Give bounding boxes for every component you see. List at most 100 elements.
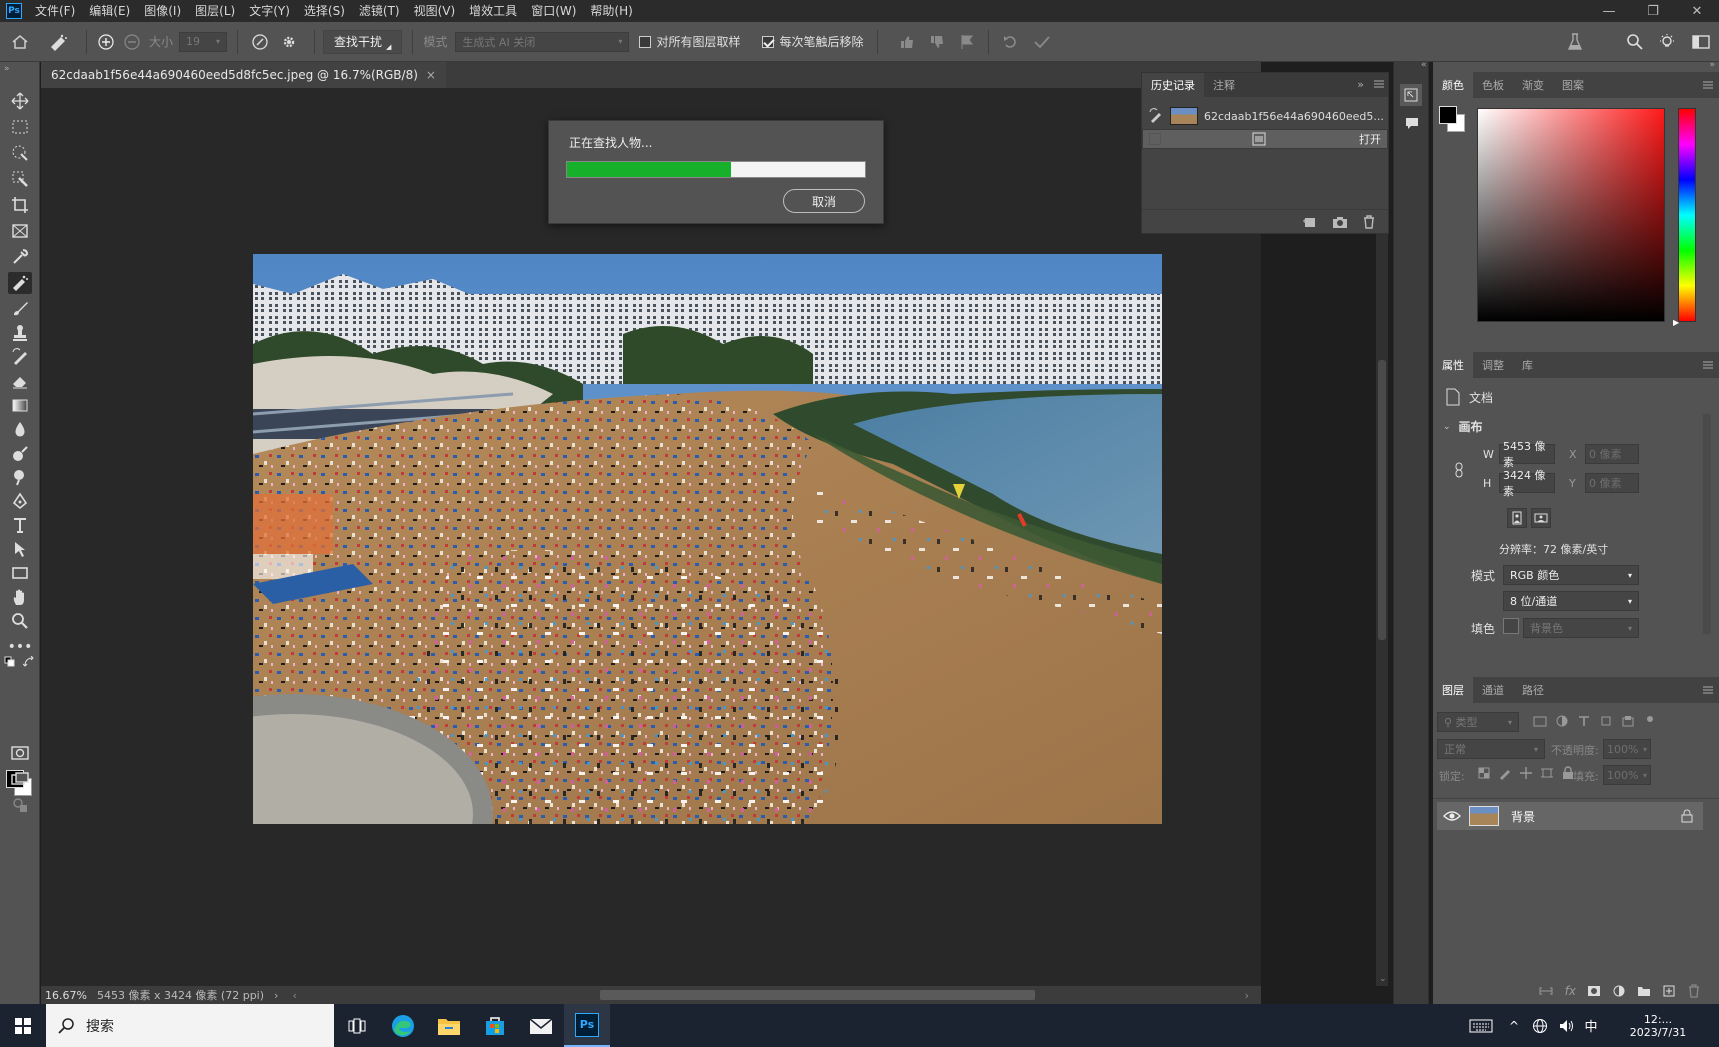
filter-type-icon[interactable] bbox=[1577, 714, 1591, 728]
adjustment-layer-icon[interactable] bbox=[1612, 984, 1626, 998]
link-layers-icon[interactable] bbox=[1538, 985, 1554, 997]
visibility-eye-icon[interactable] bbox=[1443, 809, 1461, 823]
tab-channels[interactable]: 通道 bbox=[1473, 677, 1513, 703]
color-saturation-field[interactable] bbox=[1477, 108, 1665, 322]
new-layer-icon[interactable] bbox=[1662, 984, 1676, 998]
edit-toolbar-icon[interactable] bbox=[8, 794, 32, 816]
tab-swatches[interactable]: 色板 bbox=[1473, 72, 1513, 98]
type-tool-icon[interactable] bbox=[8, 514, 32, 536]
remove-tool-preset-icon[interactable] bbox=[40, 29, 76, 55]
tab-history[interactable]: 历史记录 bbox=[1142, 73, 1204, 97]
tab-libraries[interactable]: 库 bbox=[1513, 352, 1542, 378]
document-image[interactable] bbox=[253, 254, 1162, 824]
history-item-open[interactable]: 打开 bbox=[1142, 129, 1388, 149]
landscape-orientation-icon[interactable] bbox=[1531, 508, 1551, 528]
width-input[interactable]: 5453 像素 bbox=[1499, 440, 1555, 469]
scroll-left-arrow-icon[interactable]: ‹ bbox=[292, 989, 296, 1002]
horizontal-scrollbar-thumb[interactable] bbox=[600, 990, 1035, 1000]
default-colors-icon[interactable] bbox=[4, 656, 16, 668]
blur-tool-icon[interactable] bbox=[8, 418, 32, 440]
menu-help[interactable]: 帮助(H) bbox=[583, 0, 639, 22]
tab-notes[interactable]: 注释 bbox=[1204, 73, 1244, 97]
properties-menu-icon[interactable] bbox=[1701, 358, 1715, 372]
camera-snapshot-icon[interactable] bbox=[1332, 215, 1348, 229]
close-tab-icon[interactable]: × bbox=[426, 68, 436, 82]
pen-tool-icon[interactable] bbox=[8, 490, 32, 512]
filter-smart-object-icon[interactable] bbox=[1621, 714, 1635, 728]
lock-transparency-icon[interactable] bbox=[1477, 766, 1491, 780]
input-method-indicator[interactable]: 中 bbox=[1579, 1004, 1603, 1047]
path-selection-tool-icon[interactable] bbox=[8, 538, 32, 560]
filter-adjustment-icon[interactable] bbox=[1555, 714, 1569, 728]
opacity-input[interactable]: 100% ▾ bbox=[1603, 739, 1651, 759]
restore-button[interactable]: ❐ bbox=[1631, 0, 1675, 22]
close-window-button[interactable]: ✕ bbox=[1675, 0, 1719, 22]
menu-type[interactable]: 文字(Y) bbox=[242, 0, 297, 22]
sponge-tool-icon[interactable] bbox=[8, 466, 32, 488]
tab-gradients[interactable]: 渐变 bbox=[1513, 72, 1553, 98]
marquee-tool-icon[interactable] bbox=[8, 116, 32, 138]
delete-layer-icon[interactable] bbox=[1687, 984, 1701, 998]
tab-color[interactable]: 颜色 bbox=[1433, 72, 1473, 98]
expand-panels-chevron-icon[interactable]: » bbox=[1709, 60, 1715, 70]
remove-after-stroke-box[interactable] bbox=[762, 35, 775, 48]
history-snapshot-row[interactable]: 62cdaab1f56e44a690460eed5... bbox=[1142, 103, 1388, 129]
tab-properties[interactable]: 属性 bbox=[1433, 352, 1473, 378]
tab-layers[interactable]: 图层 bbox=[1433, 677, 1473, 703]
panel-expand-icon[interactable]: » bbox=[1357, 78, 1364, 91]
panel-foreground-swatch[interactable] bbox=[1439, 106, 1457, 124]
mail-icon[interactable] bbox=[518, 1004, 564, 1047]
layer-filter-select[interactable]: ⚲ 类型 ▾ bbox=[1437, 712, 1519, 732]
find-distractions-button[interactable]: 查找干扰 ◢ bbox=[323, 29, 403, 54]
sample-all-layers-checkbox[interactable]: 对所有图层取样 bbox=[639, 33, 740, 50]
collapse-chevron-icon[interactable]: » bbox=[4, 64, 10, 74]
bit-depth-select[interactable]: 8 位/通道 ▾ bbox=[1503, 591, 1639, 611]
screen-mode-icon[interactable] bbox=[8, 768, 32, 790]
cancel-button[interactable]: 取消 bbox=[783, 189, 865, 213]
brush-tool-icon[interactable] bbox=[8, 298, 32, 320]
menu-image[interactable]: 图像(I) bbox=[137, 0, 188, 22]
history-source-box[interactable] bbox=[1149, 133, 1161, 145]
size-input[interactable]: 19 ▾ bbox=[179, 31, 228, 52]
windows-start-icon[interactable] bbox=[0, 1004, 46, 1047]
rectangle-tool-icon[interactable] bbox=[8, 562, 32, 584]
filter-toggle-icon[interactable] bbox=[1643, 714, 1657, 728]
taskbar-clock[interactable]: 12:... 2023/7/31 bbox=[1603, 1004, 1713, 1047]
remove-tool-icon[interactable] bbox=[8, 272, 32, 294]
quick-selection-tool-icon[interactable] bbox=[8, 168, 32, 190]
menu-view[interactable]: 视图(V) bbox=[407, 0, 463, 22]
new-group-icon[interactable] bbox=[1637, 984, 1651, 998]
search-icon[interactable] bbox=[1619, 29, 1651, 55]
pressure-size-icon[interactable] bbox=[248, 29, 272, 55]
frame-tool-icon[interactable] bbox=[8, 220, 32, 242]
sample-all-layers-box[interactable] bbox=[639, 35, 652, 48]
microsoft-store-icon[interactable] bbox=[472, 1004, 518, 1047]
blend-mode-select[interactable]: 正常 ▾ bbox=[1437, 739, 1545, 759]
history-panel-icon[interactable] bbox=[1400, 84, 1422, 106]
hue-slider[interactable] bbox=[1678, 108, 1696, 322]
section-collapse-chevron-icon[interactable]: ⌄ bbox=[1443, 422, 1451, 432]
status-more-chevron-icon[interactable]: › bbox=[274, 989, 278, 1002]
menu-window[interactable]: 窗口(W) bbox=[524, 0, 583, 22]
photoshop-taskbar-icon[interactable]: Ps bbox=[564, 1004, 610, 1047]
undo-icon[interactable] bbox=[995, 29, 1027, 55]
commit-check-icon[interactable] bbox=[1027, 29, 1057, 55]
y-input[interactable]: 0 像素 bbox=[1585, 473, 1639, 493]
collapse-panels-chevron-icon[interactable]: « bbox=[1421, 60, 1427, 70]
layer-lock-icon[interactable] bbox=[1681, 809, 1693, 823]
history-brush-source-icon[interactable] bbox=[1148, 108, 1164, 124]
thumbs-up-icon[interactable] bbox=[892, 29, 922, 55]
menu-file[interactable]: 文件(F) bbox=[28, 0, 82, 22]
lock-pixels-icon[interactable] bbox=[1498, 766, 1512, 780]
edge-browser-icon[interactable] bbox=[380, 1004, 426, 1047]
minimize-button[interactable]: — bbox=[1587, 0, 1631, 22]
discover-lightbulb-icon[interactable] bbox=[1651, 29, 1683, 55]
color-mode-select[interactable]: RGB 颜色 ▾ bbox=[1503, 565, 1639, 585]
flag-icon[interactable] bbox=[952, 29, 982, 55]
scroll-down-arrow-icon[interactable]: ⌄ bbox=[1379, 974, 1387, 984]
lock-artboard-icon[interactable] bbox=[1540, 766, 1554, 780]
taskbar-search-box[interactable]: 搜索 bbox=[46, 1004, 334, 1047]
comments-panel-icon[interactable] bbox=[1404, 116, 1420, 132]
network-globe-icon[interactable] bbox=[1527, 1004, 1553, 1047]
panel-menu-icon[interactable] bbox=[1372, 77, 1386, 91]
